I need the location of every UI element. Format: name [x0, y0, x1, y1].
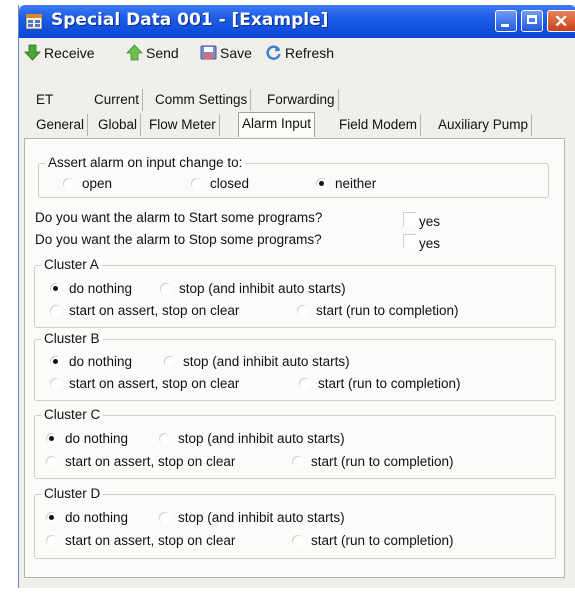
- app-window: Special Data 001 - [Example] ✕ Receive S…: [18, 5, 575, 588]
- save-label: Save: [220, 44, 252, 61]
- assert-neither-radio[interactable]: neither: [316, 176, 376, 191]
- assert-group: Assert alarm on input change to: open cl…: [38, 155, 549, 198]
- cluster-c-title: Cluster C: [41, 407, 104, 422]
- cluster-b-start-run-radio[interactable]: start (run to completion): [299, 376, 461, 391]
- assert-open-radio[interactable]: open: [63, 176, 112, 191]
- cluster-a-start-assert-radio[interactable]: start on assert, stop on clear: [50, 303, 239, 318]
- cluster-b-start-assert-radio[interactable]: start on assert, stop on clear: [50, 376, 239, 391]
- arrow-up-green-icon: [126, 44, 143, 61]
- floppy-disk-icon: [200, 45, 217, 60]
- cluster-c-stop-radio[interactable]: stop (and inhibit auto starts): [159, 431, 345, 446]
- cluster-c-start-run-radio[interactable]: start (run to completion): [292, 454, 454, 469]
- stop-yes-label: yes: [419, 236, 441, 251]
- cluster-a-stop-radio[interactable]: stop (and inhibit auto starts): [160, 281, 346, 296]
- cluster-a-start-run-radio[interactable]: start (run to completion): [297, 303, 459, 318]
- window-title: Special Data 001 - [Example]: [51, 10, 329, 30]
- cluster-c-do-nothing-radio[interactable]: do nothing: [46, 431, 128, 446]
- tab-auxiliary-pump[interactable]: Auxiliary Pump: [435, 114, 533, 136]
- save-button[interactable]: Save: [200, 44, 252, 61]
- cluster-d-title: Cluster D: [41, 486, 104, 501]
- tab-field-modem[interactable]: Field Modem: [336, 114, 422, 136]
- refresh-button[interactable]: Refresh: [265, 44, 334, 61]
- tab-forwarding[interactable]: Forwarding: [264, 89, 339, 111]
- toolbar: Receive Send Save Refresh: [19, 38, 575, 68]
- cluster-b-stop-radio[interactable]: stop (and inhibit auto starts): [164, 354, 350, 369]
- start-programs-checkbox[interactable]: [403, 212, 416, 226]
- stop-programs-checkbox[interactable]: [403, 234, 416, 248]
- cluster-d-stop-radio[interactable]: stop (and inhibit auto starts): [159, 510, 345, 525]
- assert-closed-radio[interactable]: closed: [191, 176, 249, 191]
- start-yes-label: yes: [419, 214, 441, 229]
- cluster-d-do-nothing-radio[interactable]: do nothing: [46, 510, 128, 525]
- close-icon: ✕: [554, 12, 569, 31]
- receive-button[interactable]: Receive: [24, 44, 95, 61]
- receive-label: Receive: [44, 44, 95, 61]
- cluster-b-do-nothing-radio[interactable]: do nothing: [50, 354, 132, 369]
- cluster-a-group: Cluster A do nothing stop (and inhibit a…: [34, 257, 556, 328]
- refresh-label: Refresh: [285, 44, 335, 61]
- cluster-b-group: Cluster B do nothing stop (and inhibit a…: [34, 331, 556, 401]
- cluster-c-start-assert-radio[interactable]: start on assert, stop on clear: [46, 454, 235, 469]
- tab-flow-meter[interactable]: Flow Meter: [146, 114, 220, 136]
- tab-comm-settings[interactable]: Comm Settings: [152, 89, 252, 111]
- start-programs-question: Do you want the alarm to Start some prog…: [35, 210, 323, 225]
- cluster-d-start-assert-radio[interactable]: start on assert, stop on clear: [46, 533, 235, 548]
- cluster-c-group: Cluster C do nothing stop (and inhibit a…: [34, 407, 556, 479]
- tab-global[interactable]: Global: [95, 114, 142, 136]
- tab-alarm-input[interactable]: Alarm Input: [238, 112, 316, 137]
- maximize-button[interactable]: [521, 10, 543, 32]
- tab-general[interactable]: General: [33, 114, 89, 136]
- tab-current[interactable]: Current: [91, 89, 144, 111]
- app-window-icon: [26, 14, 42, 29]
- title-bar[interactable]: Special Data 001 - [Example] ✕: [19, 5, 575, 38]
- arrow-down-green-icon: [24, 44, 41, 61]
- alarm-input-panel: Assert alarm on input change to: open cl…: [24, 138, 565, 578]
- cluster-d-group: Cluster D do nothing stop (and inhibit a…: [34, 486, 556, 559]
- tab-et[interactable]: ET: [33, 89, 91, 111]
- cluster-b-title: Cluster B: [41, 331, 103, 346]
- cluster-a-do-nothing-radio[interactable]: do nothing: [50, 281, 132, 296]
- send-label: Send: [146, 44, 179, 61]
- minimize-button[interactable]: [495, 10, 517, 32]
- send-button[interactable]: Send: [126, 44, 179, 61]
- stop-programs-question: Do you want the alarm to Stop some progr…: [35, 232, 322, 247]
- close-button[interactable]: ✕: [547, 10, 575, 32]
- assert-label: Assert alarm on input change to:: [45, 155, 246, 170]
- cluster-a-title: Cluster A: [41, 257, 102, 272]
- cluster-d-start-run-radio[interactable]: start (run to completion): [292, 533, 454, 548]
- refresh-icon: [266, 45, 281, 60]
